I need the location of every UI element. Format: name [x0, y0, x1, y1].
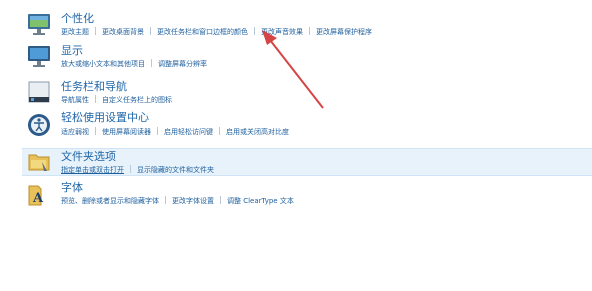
- annotation-arrow: [262, 30, 324, 109]
